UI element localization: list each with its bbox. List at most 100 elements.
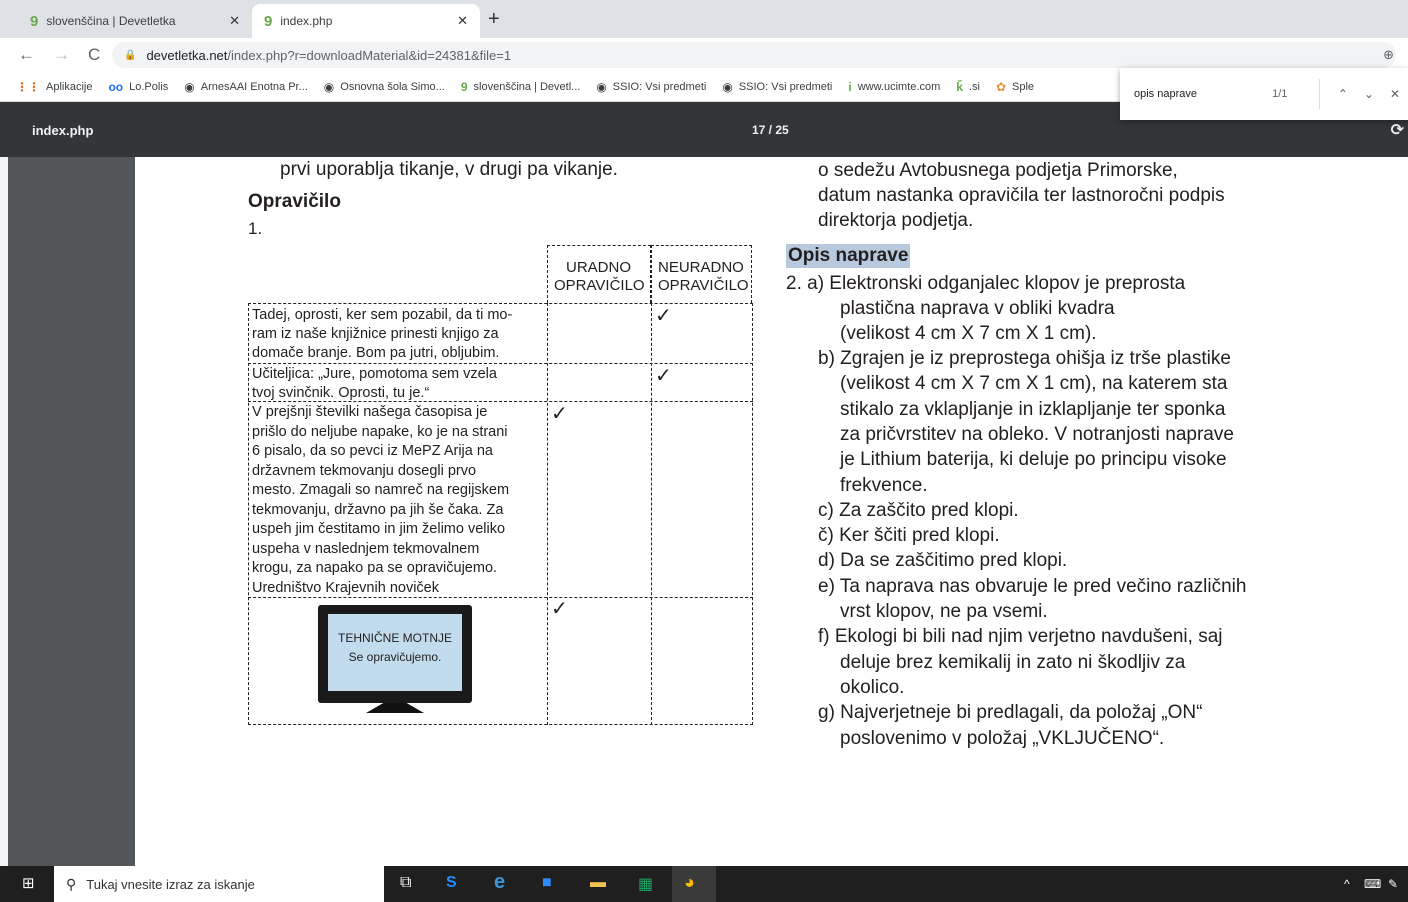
search-placeholder: Tukaj vnesite izraz za iskanje bbox=[86, 876, 255, 892]
header-neuradno: NEURADNO OPRAVIČILO bbox=[651, 245, 752, 303]
chevron-down-icon[interactable]: ⌄ bbox=[1364, 87, 1374, 101]
tab-index-php[interactable]: 9 index.php ✕ bbox=[252, 4, 480, 38]
bookmark-ucimte[interactable]: i www.ucimte.com bbox=[848, 80, 940, 94]
lopolis-icon: oo bbox=[108, 79, 124, 94]
text-line: poslovenimo v položaj „VKLJUČENO“. bbox=[840, 728, 1165, 749]
text-line: f) Ekologi bi bili nad njim verjetno nav… bbox=[818, 626, 1223, 647]
tv-image: TEHNIČNE MOTNJE Se opravičujemo. bbox=[318, 605, 472, 717]
new-tab-button[interactable]: + bbox=[488, 8, 500, 31]
info-icon: i bbox=[848, 79, 852, 94]
edge-icon[interactable]: e bbox=[494, 871, 505, 894]
chevron-up-icon[interactable]: ⌃ bbox=[1338, 87, 1348, 101]
reload-icon[interactable]: C bbox=[88, 45, 100, 65]
forward-icon[interactable]: → bbox=[53, 45, 70, 65]
pdf-filename: index.php bbox=[32, 123, 94, 138]
pen-icon[interactable]: ✎ bbox=[1388, 877, 1398, 891]
taskbar-search[interactable]: ⚲ Tukaj vnesite izraz za iskanje bbox=[54, 866, 384, 902]
text-line: (velikost 4 cm X 7 cm X 1 cm), na katere… bbox=[840, 373, 1228, 394]
bookmark-apps[interactable]: ⋮⋮ Aplikacije bbox=[16, 80, 92, 94]
sple-icon: ✿ bbox=[995, 79, 1006, 94]
tab-strip: 9 slovenščina | Devetletka ✕ 9 index.php… bbox=[0, 0, 1408, 38]
tv-text-line2: Se opravičujemo. bbox=[348, 650, 442, 664]
zoom-icon[interactable]: ⊕ bbox=[1383, 47, 1394, 63]
globe-icon: ◉ bbox=[596, 79, 607, 94]
back-icon[interactable]: ← bbox=[18, 45, 35, 65]
text-line: 2. a) Elektronski odganjalec klopov je p… bbox=[786, 273, 1186, 294]
text-line: d) Da se zaščitimo pred klopi. bbox=[818, 550, 1068, 571]
chrome-icon[interactable]: ◕ bbox=[684, 872, 695, 893]
text-line: deluje brez kemikalij in zato ni škodlji… bbox=[840, 652, 1186, 673]
url-path: /index.php?r=downloadMaterial&id=24381&f… bbox=[227, 47, 512, 63]
globe-icon: ◉ bbox=[722, 79, 733, 94]
exercise-number: 1. bbox=[248, 219, 263, 238]
text-line: stikalo za vklapljanje in izklapljanje t… bbox=[840, 399, 1226, 420]
text-line: direktorja podjetja. bbox=[818, 210, 974, 231]
find-divider bbox=[1318, 79, 1320, 109]
heading-opravicilo: Opravičilo bbox=[248, 191, 341, 212]
close-tab-icon[interactable]: ✕ bbox=[457, 13, 468, 29]
text-line: vrst klopov, ne pa vsemi. bbox=[840, 601, 1048, 622]
tab-slovenscina[interactable]: 9 slovenščina | Devetletka ✕ bbox=[18, 4, 252, 38]
globe-icon: ◉ bbox=[323, 79, 335, 94]
text-line: prvi uporablja tikanje, v drugi pa vikan… bbox=[280, 159, 618, 180]
text-line: g) Najverjetneje bi predlagali, da polož… bbox=[818, 702, 1203, 723]
text-line: o sedežu Avtobusnega podjetja Primorske, bbox=[818, 160, 1178, 181]
bookmark-osnovna-sola[interactable]: ◉ Osnovna šola Simo... bbox=[324, 80, 445, 94]
devetletka-icon: 9 bbox=[30, 12, 39, 30]
bookmark-ssio-1[interactable]: ◉ SSIO: Vsi predmeti bbox=[596, 80, 706, 94]
tab-title: slovenščina | Devetletka bbox=[46, 14, 176, 28]
checkmark-neuradno: ✓ bbox=[655, 305, 672, 327]
checkmark-neuradno: ✓ bbox=[655, 365, 672, 387]
task-view-icon[interactable]: ⧉ bbox=[400, 874, 411, 892]
zoom-app-icon[interactable]: ■ bbox=[542, 874, 552, 892]
col-divider bbox=[651, 303, 652, 725]
heading-opis-naprave: Opis naprave bbox=[786, 244, 911, 268]
text-line: (velikost 4 cm X 7 cm X 1 cm). bbox=[840, 323, 1097, 344]
text-line: je Lithium baterija, ki deluje po princi… bbox=[840, 449, 1227, 470]
devetletka-icon: 9 bbox=[264, 12, 273, 30]
tab-title: index.php bbox=[280, 14, 333, 28]
text-line: e) Ta naprava nas obvaruje le pred večin… bbox=[818, 576, 1247, 597]
skype-icon[interactable]: S bbox=[446, 874, 457, 892]
pdf-page: prvi uporablja tikanje, v drugi pa vikan… bbox=[135, 157, 1408, 866]
network-icon[interactable]: ⌨ bbox=[1364, 877, 1381, 891]
text-line: b) Zgrajen je iz preprostega ohišja iz t… bbox=[818, 348, 1231, 369]
toolbar: ← → C 🔒 devetletka.net /index.php?r=down… bbox=[0, 38, 1408, 72]
tv-text-line1: TEHNIČNE MOTNJE bbox=[338, 631, 452, 645]
bookmark-lopolis[interactable]: oo Lo.Polis bbox=[108, 80, 168, 94]
globe-icon: ◉ bbox=[184, 79, 195, 94]
bookmark-slovenscina[interactable]: 9 slovenščina | Devetl... bbox=[461, 80, 580, 94]
close-icon[interactable]: ✕ bbox=[1390, 87, 1400, 101]
bookmark-arnes[interactable]: ◉ ArnesAAI Enotna Pr... bbox=[184, 80, 308, 94]
text-line: frekvence. bbox=[840, 475, 928, 496]
header-uradno: URADNO OPRAVIČILO bbox=[547, 245, 651, 303]
text-line: za pričvrstitev na obleko. V notranjosti… bbox=[840, 424, 1234, 445]
url-host: devetletka.net bbox=[146, 47, 228, 63]
file-explorer-icon[interactable]: ▬ bbox=[590, 874, 606, 892]
taskbar: ⊞ ⚲ Tukaj vnesite izraz za iskanje ⧉ S e… bbox=[0, 866, 1408, 902]
bookmark-ssio-2[interactable]: ◉ SSIO: Vsi predmeti bbox=[722, 80, 832, 94]
devetletka-icon: 9 bbox=[460, 79, 468, 94]
text-line: plastična naprava v obliki kvadra bbox=[840, 298, 1115, 319]
rotate-icon[interactable]: ⟳ bbox=[1391, 120, 1404, 140]
text-line: okolico. bbox=[840, 677, 905, 698]
find-input[interactable]: opis naprave bbox=[1134, 88, 1272, 100]
windows-start-icon[interactable]: ⊞ bbox=[22, 874, 35, 892]
search-icon: ⚲ bbox=[66, 875, 77, 892]
apps-grid-icon: ⋮⋮ bbox=[16, 79, 40, 94]
bookmark-sple[interactable]: ✿ Sple bbox=[996, 80, 1034, 94]
address-bar[interactable]: 🔒 devetletka.net /index.php?r=downloadMa… bbox=[112, 42, 1396, 68]
chevron-up-icon[interactable]: ^ bbox=[1344, 877, 1350, 891]
find-count: 1/1 bbox=[1272, 88, 1288, 100]
tv-stand bbox=[366, 703, 424, 713]
pdf-viewer: prvi uporablja tikanje, v drugi pa vikan… bbox=[8, 157, 1408, 866]
text-line: č) Ker ščiti pred klopi. bbox=[818, 525, 1000, 546]
bookmark-si[interactable]: ǩ .si bbox=[956, 80, 980, 94]
lock-icon: 🔒 bbox=[124, 49, 137, 61]
calculator-icon[interactable]: ▦ bbox=[638, 874, 653, 894]
text-line: c) Za zaščito pred klopi. bbox=[818, 500, 1019, 521]
col-divider bbox=[547, 303, 548, 725]
text-line: datum nastanka opravičila ter lastnoročn… bbox=[818, 185, 1225, 206]
close-tab-icon[interactable]: ✕ bbox=[229, 13, 240, 29]
checkmark-uradno: ✓ bbox=[551, 598, 568, 620]
